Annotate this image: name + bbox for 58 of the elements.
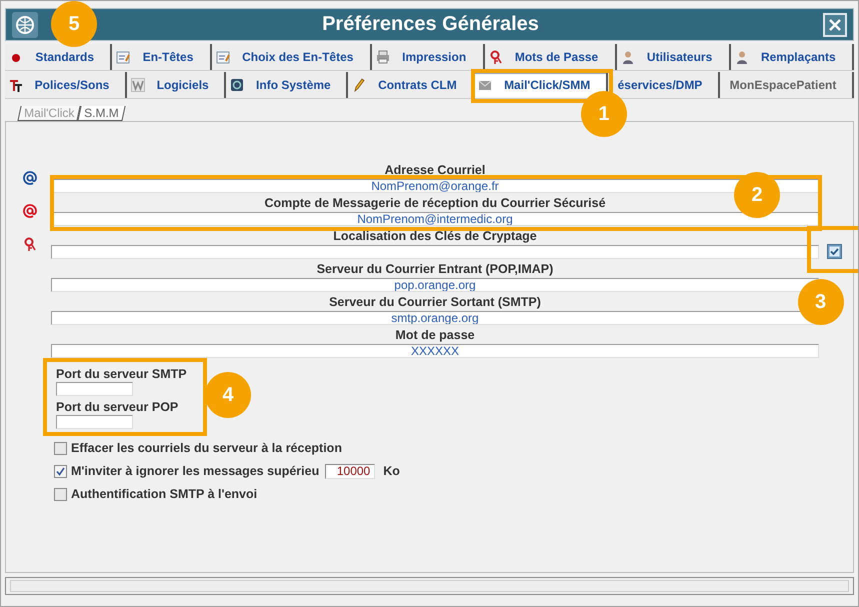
text-field[interactable] xyxy=(51,245,819,259)
number-field[interactable]: 10000 xyxy=(325,464,376,478)
field-label: Serveur du Courrier Entrant (POP,IMAP) xyxy=(316,262,554,277)
window-title: Préférences Générales xyxy=(322,13,539,36)
number-badge: 1 xyxy=(580,91,627,137)
tab[interactable]: Standards xyxy=(5,44,112,70)
field-label: Port du serveur POP xyxy=(56,400,180,415)
tab[interactable]: Impression xyxy=(372,44,485,70)
tab[interactable]: Polices/Sons xyxy=(5,72,128,98)
number-badge: 5 xyxy=(51,1,97,47)
tab[interactable]: En-Têtes xyxy=(112,44,212,70)
field-label: Mot de passe xyxy=(395,328,475,343)
tab[interactable]: Utilisateurs xyxy=(616,44,731,70)
field-label: Serveur du Courrier Sortant (SMTP) xyxy=(329,295,541,310)
field-label: Localisation des Clés de Cryptage xyxy=(333,229,537,244)
check-icon xyxy=(56,466,65,476)
person-icon xyxy=(734,50,749,64)
field-label: Adresse Courriel xyxy=(384,163,486,178)
tab[interactable]: Mail'Click/SMM xyxy=(474,72,608,98)
checkbox[interactable] xyxy=(54,488,67,500)
subtab[interactable]: S.M.M xyxy=(78,106,126,121)
w-icon xyxy=(131,78,146,92)
tab[interactable]: Info Système xyxy=(226,72,348,98)
pencil-icon xyxy=(352,78,366,92)
port-field[interactable] xyxy=(56,382,133,396)
checkmark-button[interactable] xyxy=(826,244,842,259)
number-badge: 3 xyxy=(798,279,844,325)
font-icon xyxy=(9,78,23,92)
field-label: Port du serveur SMTP xyxy=(56,367,188,382)
at-icon xyxy=(23,204,37,218)
document-icon xyxy=(216,50,230,64)
tab[interactable]: Logiciels xyxy=(127,72,226,98)
person-icon xyxy=(620,50,635,64)
tab[interactable]: éservices/DMP xyxy=(608,72,720,98)
checkbox[interactable] xyxy=(54,442,67,454)
checkmark-icon xyxy=(826,244,842,259)
text-field[interactable]: XXXXXX xyxy=(51,344,819,358)
tab[interactable]: Remplaçants xyxy=(730,44,854,70)
checkbox[interactable] xyxy=(54,464,67,478)
checkbox-label: Effacer les courriels du serveur à la réception xyxy=(71,441,342,455)
printer-icon xyxy=(376,50,390,64)
checkbox-label: Authentification SMTP à l'envoi xyxy=(71,487,258,501)
key-icon xyxy=(488,50,503,64)
field-label: Compte de Messagerie de réception du Courrier Sécurisé xyxy=(264,196,606,211)
document-icon xyxy=(116,50,130,64)
unit-label: Ko xyxy=(383,464,400,478)
key-icon xyxy=(23,237,37,251)
number-badge: 4 xyxy=(205,372,251,418)
tab[interactable]: Mots de Passe xyxy=(484,44,617,70)
monitor-icon xyxy=(230,78,244,92)
close-icon xyxy=(828,18,842,32)
at-icon xyxy=(23,171,37,185)
envelope-icon xyxy=(478,78,492,92)
checkbox-label: M'inviter à ignorer les messages supérieu xyxy=(71,464,320,478)
tab[interactable]: Choix des En-Têtes xyxy=(212,44,372,70)
close-button[interactable] xyxy=(823,12,847,36)
globe-icon xyxy=(12,12,38,38)
port-field[interactable] xyxy=(56,415,133,429)
